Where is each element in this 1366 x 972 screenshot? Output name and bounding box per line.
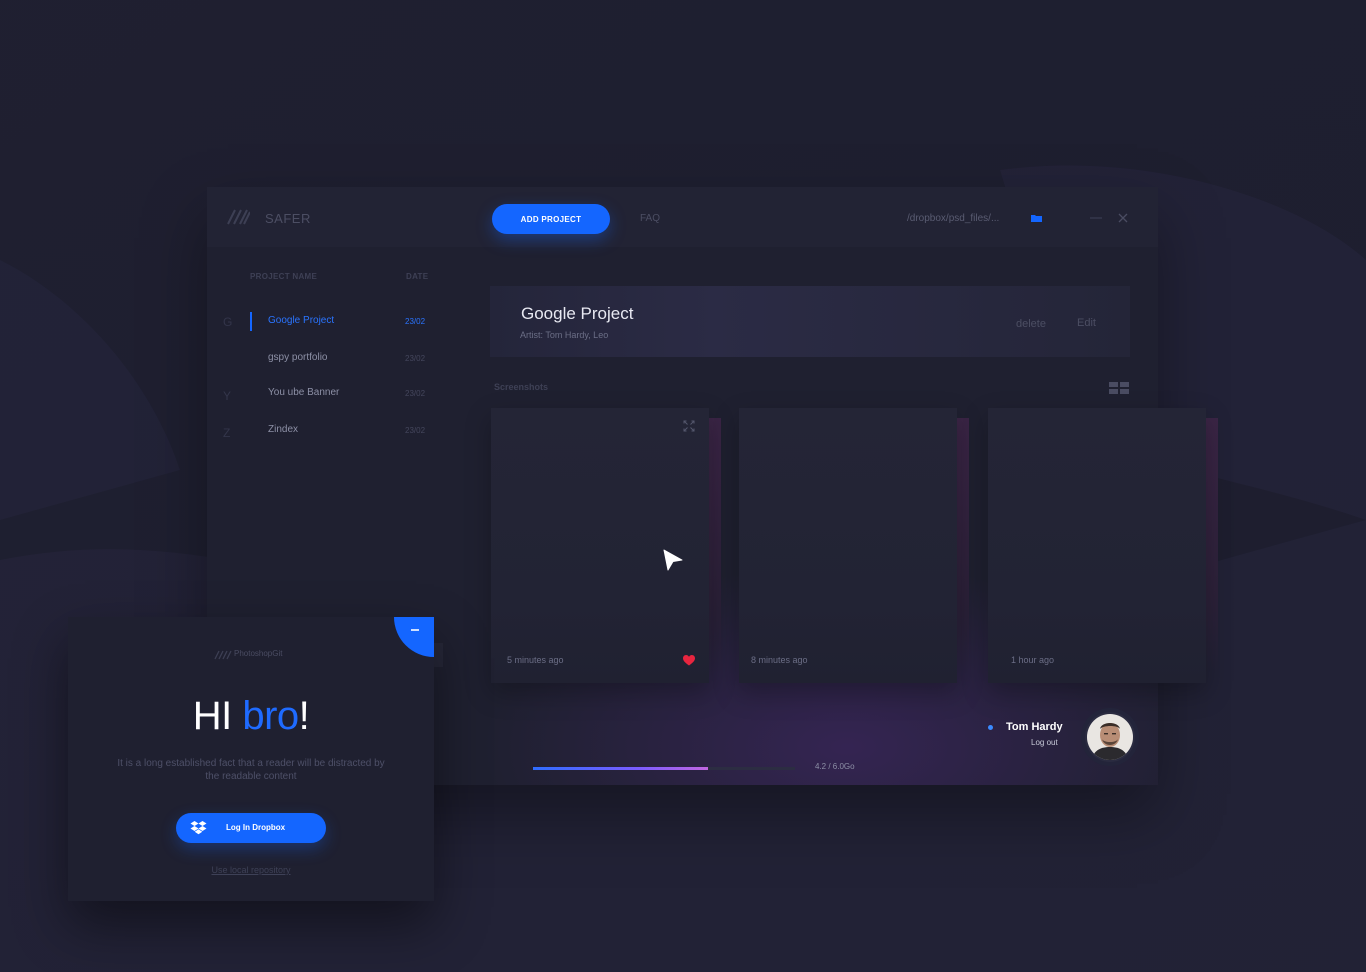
- stripes-logo-icon: [214, 650, 232, 660]
- project-date: 23/02: [405, 317, 426, 326]
- heart-icon[interactable]: [683, 655, 695, 666]
- storage-progress-fill: [533, 767, 708, 770]
- project-date: 23/02: [405, 426, 426, 435]
- titlebar: SAFER ADD PROJECT FAQ /dropbox/psd_files…: [207, 187, 1158, 247]
- online-status-dot: [988, 725, 993, 730]
- corner-action-button[interactable]: [394, 617, 434, 657]
- minimize-icon[interactable]: [1089, 210, 1103, 224]
- screenshot-card[interactable]: 8 minutes ago: [739, 408, 969, 683]
- project-name: Zindex: [268, 424, 299, 435]
- project-name: You ube Banner: [268, 387, 340, 398]
- add-project-button[interactable]: ADD PROJECT: [492, 204, 610, 234]
- faq-link[interactable]: FAQ: [640, 213, 660, 224]
- project-row[interactable]: gspy portfolio 23/02: [207, 344, 452, 374]
- column-header-project: PROJECT NAME: [250, 272, 318, 281]
- card-stack-edge: [709, 418, 721, 673]
- use-local-repository-link[interactable]: Use local repository: [68, 865, 434, 875]
- dropbox-login-button[interactable]: Log In Dropbox: [176, 813, 326, 843]
- edit-button[interactable]: Edit: [1077, 317, 1096, 329]
- dropbox-login-label: Log In Dropbox: [226, 823, 286, 832]
- project-title: Google Project: [521, 304, 634, 323]
- grid-view-icon[interactable]: [1109, 382, 1129, 394]
- card-stack-edge: [957, 418, 969, 673]
- project-name: gspy portfolio: [268, 352, 328, 363]
- avatar-image: [1087, 714, 1133, 760]
- intro-text: It is a long established fact that a rea…: [117, 758, 385, 782]
- index-letter: Z: [223, 426, 231, 440]
- project-row[interactable]: Y You ube Banner 23/02: [207, 379, 452, 409]
- project-date: 23/02: [405, 354, 426, 363]
- card-stack-edge: [1206, 418, 1218, 673]
- index-letter: G: [223, 315, 233, 329]
- stripes-logo-icon: [227, 209, 250, 225]
- storage-usage-text: 4.2 / 6.0Go: [815, 762, 855, 771]
- user-name: Tom Hardy: [1006, 721, 1063, 733]
- screenshot-time: 8 minutes ago: [751, 655, 808, 665]
- dropbox-icon: [190, 821, 207, 835]
- folder-icon[interactable]: [1031, 214, 1042, 222]
- column-header-date: DATE: [406, 272, 429, 281]
- screenshot-card[interactable]: 1 hour ago: [988, 408, 1218, 683]
- project-row[interactable]: Z Zindex 23/02: [207, 416, 452, 446]
- project-date: 23/02: [405, 389, 426, 398]
- screenshot-time: 1 hour ago: [1011, 655, 1055, 665]
- project-header: Google Project Artist: Tom Hardy, Leo de…: [490, 286, 1130, 357]
- screenshot-time: 5 minutes ago: [507, 655, 564, 665]
- cursor-icon: [663, 549, 683, 571]
- brand-name: PhotoshopGit: [234, 649, 283, 658]
- screenshot-thumbnail[interactable]: 8 minutes ago: [739, 408, 957, 683]
- login-card: PhotoshopGit HI bro! It is a long establ…: [68, 617, 434, 901]
- logout-link[interactable]: Log out: [1031, 738, 1058, 747]
- delete-button[interactable]: delete: [1016, 318, 1046, 330]
- expand-icon[interactable]: [683, 420, 695, 432]
- storage-progress-bar: [533, 767, 795, 770]
- project-name: Google Project: [268, 315, 335, 326]
- project-row[interactable]: G Google Project 23/02: [207, 307, 452, 337]
- close-icon[interactable]: [1118, 213, 1128, 223]
- avatar[interactable]: [1085, 712, 1135, 762]
- greeting-accent: bro: [242, 694, 299, 738]
- active-indicator: [250, 312, 252, 331]
- screenshot-thumbnail[interactable]: 1 hour ago: [988, 408, 1206, 683]
- project-artist: Artist: Tom Hardy, Leo: [520, 330, 609, 340]
- minus-icon: [411, 629, 419, 631]
- screenshot-card[interactable]: 5 minutes ago: [491, 408, 721, 683]
- greeting-plain: HI: [192, 694, 243, 738]
- dropbox-path[interactable]: /dropbox/psd_files/...: [907, 213, 999, 224]
- app-name: SAFER: [265, 211, 311, 226]
- screenshot-thumbnail[interactable]: 5 minutes ago: [491, 408, 709, 683]
- index-letter: Y: [223, 389, 232, 403]
- screenshots-label: Screenshots: [494, 382, 549, 392]
- greeting-heading: HI bro!: [68, 694, 434, 739]
- greeting-end: !: [298, 694, 310, 738]
